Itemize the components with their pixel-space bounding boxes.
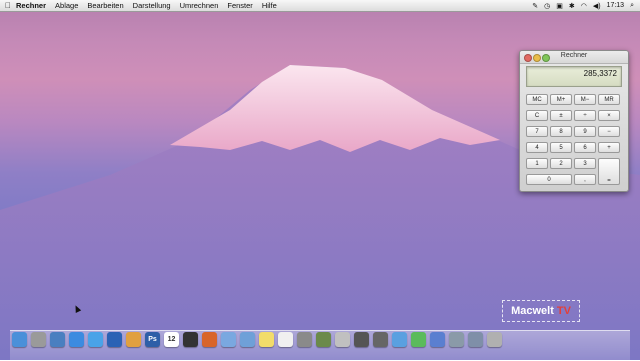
- key-3[interactable]: 3: [574, 158, 596, 169]
- photos-icon[interactable]: [126, 332, 141, 347]
- menu-ablage[interactable]: Ablage: [55, 1, 78, 10]
- itunes-folder-icon[interactable]: [449, 332, 464, 347]
- pages-icon[interactable]: [392, 332, 407, 347]
- key-divide[interactable]: ÷: [574, 110, 596, 121]
- textedit-icon[interactable]: [278, 332, 293, 347]
- display-icon[interactable]: ▣: [556, 2, 563, 10]
- key-mc[interactable]: MC: [526, 94, 548, 105]
- activity-monitor-icon[interactable]: [183, 332, 198, 347]
- menu-umrechnen[interactable]: Umrechnen: [180, 1, 219, 10]
- key-plus-minus[interactable]: ±: [550, 110, 572, 121]
- word-icon[interactable]: [107, 332, 122, 347]
- menu-extras: ✎ ◷ ▣ ✱ ◠ ◀) 17:13 ⌕: [532, 0, 634, 11]
- key-2[interactable]: 2: [550, 158, 572, 169]
- quicktime-icon[interactable]: [354, 332, 369, 347]
- firefox-icon[interactable]: [202, 332, 217, 347]
- calculator-display: 285,3372: [526, 66, 622, 87]
- safari-icon[interactable]: [69, 332, 84, 347]
- numbers-icon[interactable]: [411, 332, 426, 347]
- launchpad-icon[interactable]: [31, 332, 46, 347]
- logo-text-tv: TV: [556, 305, 571, 317]
- mission-control-icon[interactable]: [50, 332, 65, 347]
- menu-darstellung[interactable]: Darstellung: [133, 1, 171, 10]
- key-0[interactable]: 0: [526, 174, 572, 185]
- calculator-icon[interactable]: [373, 332, 388, 347]
- keynote-icon[interactable]: [430, 332, 445, 347]
- menu-hilfe[interactable]: Hilfe: [262, 1, 277, 10]
- notes-icon[interactable]: [259, 332, 274, 347]
- key-plus[interactable]: +: [598, 142, 620, 153]
- mail-icon[interactable]: [221, 332, 236, 347]
- key-5[interactable]: 5: [550, 142, 572, 153]
- key-multiply[interactable]: ×: [598, 110, 620, 121]
- key-4[interactable]: 4: [526, 142, 548, 153]
- clock[interactable]: 17:13: [607, 2, 625, 9]
- key-comma[interactable]: ,: [574, 174, 596, 185]
- system-preferences-icon[interactable]: [297, 332, 312, 347]
- calculator-title: Rechner: [560, 52, 588, 59]
- bluetooth-icon[interactable]: ✱: [569, 2, 575, 10]
- dock-icons: Ps 12: [12, 332, 502, 347]
- script-menu-icon[interactable]: ✎: [532, 2, 538, 10]
- calculator-window: Rechner 285,3372 MC M+ M− MR C ± ÷ × 7 8…: [519, 50, 629, 192]
- key-9[interactable]: 9: [574, 126, 596, 137]
- key-1[interactable]: 1: [526, 158, 548, 169]
- downloads-icon[interactable]: [468, 332, 483, 347]
- key-7[interactable]: 7: [526, 126, 548, 137]
- wifi-icon[interactable]: ◠: [581, 2, 587, 10]
- key-clear[interactable]: C: [526, 110, 548, 121]
- spotlight-icon[interactable]: ⌕: [630, 2, 634, 10]
- apple-menu-icon[interactable]: : [0, 1, 16, 10]
- key-minus[interactable]: −: [598, 126, 620, 137]
- mountain-snow: [170, 65, 500, 152]
- trash-icon[interactable]: [487, 332, 502, 347]
- key-mr[interactable]: MR: [598, 94, 620, 105]
- script-icon[interactable]: [316, 332, 331, 347]
- volume-icon[interactable]: ◀): [593, 2, 601, 10]
- calendar-icon[interactable]: 12: [164, 332, 179, 347]
- finder-icon[interactable]: [12, 332, 27, 347]
- key-6[interactable]: 6: [574, 142, 596, 153]
- key-m-minus[interactable]: M−: [574, 94, 596, 105]
- calculator-titlebar[interactable]: Rechner: [520, 51, 628, 64]
- preview-icon[interactable]: [240, 332, 255, 347]
- menu-rechner[interactable]: Rechner: [16, 1, 46, 10]
- logo-text-macwelt: Macwelt: [511, 305, 554, 317]
- menu-bar:  Rechner Ablage Bearbeiten Darstellung …: [0, 0, 640, 12]
- key-8[interactable]: 8: [550, 126, 572, 137]
- time-machine-icon[interactable]: ◷: [544, 2, 550, 10]
- menu-bearbeiten[interactable]: Bearbeiten: [87, 1, 123, 10]
- key-equals[interactable]: =: [598, 158, 620, 185]
- itunes-icon[interactable]: [88, 332, 103, 347]
- menu-fenster[interactable]: Fenster: [227, 1, 252, 10]
- key-m-plus[interactable]: M+: [550, 94, 572, 105]
- photoshop-icon[interactable]: Ps: [145, 332, 160, 347]
- finder-window-icon[interactable]: [335, 332, 350, 347]
- macwelt-tv-logo: Macwelt TV: [502, 300, 580, 322]
